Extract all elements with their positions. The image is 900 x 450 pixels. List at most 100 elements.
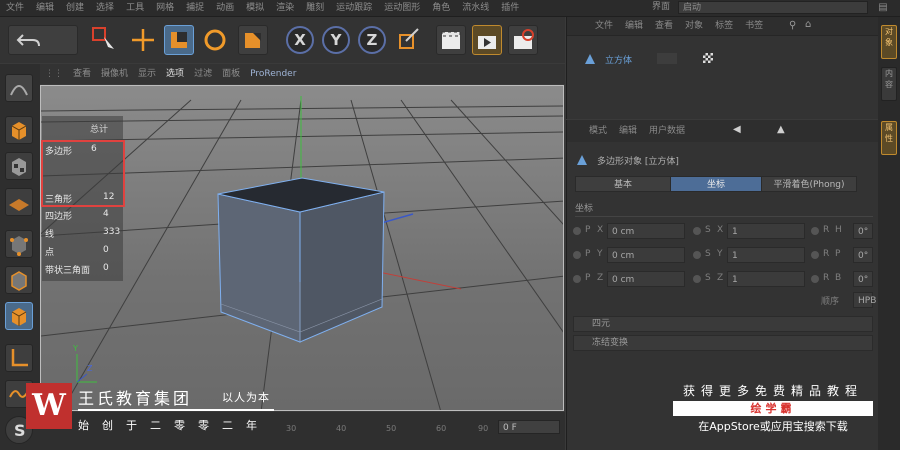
rot-h-field[interactable]: 0° [853,223,873,239]
rotate-button[interactable] [200,25,230,55]
menu-snap[interactable]: 捕捉 [180,0,210,14]
menu-edit[interactable]: 编辑 [30,0,60,14]
cube-object[interactable] [217,177,385,343]
stats-value: 0 [103,245,109,255]
section-quaternion[interactable]: 四元 [573,316,873,332]
undo-button[interactable] [8,25,78,55]
scale-y-field[interactable]: 1 [727,247,805,263]
keyframe-dot[interactable] [573,227,581,235]
pos-y-field[interactable]: 0 cm [607,247,685,263]
keyframe-dot[interactable] [811,251,819,259]
viewport-menu-camera[interactable]: 摄像机 [96,64,133,84]
keyframe-dot[interactable] [693,227,701,235]
viewport-menu-view[interactable]: 查看 [68,64,96,84]
menu-simulate[interactable]: 模拟 [240,0,270,14]
right-tab-objects[interactable]: 对象 [881,25,897,59]
recent-tool-button[interactable] [238,25,268,55]
back-arrow-icon[interactable]: ◀ [733,124,741,135]
pos-x-field[interactable]: 0 cm [607,223,685,239]
scale-z-field[interactable]: 1 [727,271,805,287]
viewport-menu-display[interactable]: 显示 [133,64,161,84]
promo-badge: 绘学霸 [673,401,873,416]
layout-select[interactable]: 启动 [678,1,868,14]
attr-menu-userdata[interactable]: 用户数据 [643,120,691,142]
coordinate-system-button[interactable] [394,25,424,55]
tab-basic[interactable]: 基本 [575,176,671,192]
workplane-icon [9,199,29,211]
right-tab-attributes[interactable]: 属性 [881,121,897,155]
enable-axis-button[interactable] [5,344,33,372]
menu-animate[interactable]: 动画 [210,0,240,14]
points-cube-icon [10,236,28,256]
tab-phong[interactable]: 平滑着色(Phong) [761,176,857,192]
om-menu-file[interactable]: 文件 [589,17,619,35]
workplane-mode-button[interactable] [5,188,33,216]
rot-b-field[interactable]: 0° [853,271,873,287]
window-menu-icon[interactable]: ▤ [876,1,890,14]
visibility-toggle[interactable] [657,53,677,64]
om-menu-objects[interactable]: 对象 [679,17,709,35]
menu-motion-tracking[interactable]: 运动跟踪 [330,0,378,14]
scale-x-field[interactable]: 1 [727,223,805,239]
polygons-mode-button[interactable] [5,302,33,330]
axis-y-lock-button[interactable]: Y [322,26,350,54]
rot-p-field[interactable]: 0° [853,247,873,263]
menu-tools[interactable]: 工具 [120,0,150,14]
menu-sculpt[interactable]: 雕刻 [300,0,330,14]
menu-render[interactable]: 渲染 [270,0,300,14]
om-menu-tags[interactable]: 标签 [709,17,739,35]
object-row-cube[interactable]: 立方体 [583,51,783,67]
keyframe-dot[interactable] [811,227,819,235]
attr-object-title-row: 多边形对象 [立方体] [575,152,865,168]
3d-viewport[interactable]: Y Z 总计 多边形 6 三角形 12 四边形 4 线 333 点0 带状三角面 0 [40,85,564,411]
menu-character[interactable]: 角色 [426,0,456,14]
om-menu-view[interactable]: 查看 [649,17,679,35]
viewport-menu-prorender[interactable]: ProRender [245,64,301,84]
cube-icon [11,122,27,140]
up-arrow-icon[interactable]: ▲ [777,124,785,135]
rotation-order-select[interactable]: HPB [853,292,876,308]
home-icon[interactable]: ⌂ [805,19,811,30]
viewport-menu-panel[interactable]: 面板 [217,64,245,84]
menu-select[interactable]: 选择 [90,0,120,14]
current-frame-field[interactable]: 0 F [498,420,560,434]
render-view-button[interactable] [436,25,466,55]
render-to-picture-viewer-button[interactable] [472,25,502,55]
axis-x-lock-button[interactable]: X [286,26,314,54]
section-freeze-transform[interactable]: 冻结变换 [573,335,873,351]
live-select-button[interactable] [90,25,120,55]
menu-create[interactable]: 创建 [60,0,90,14]
model-mode-button[interactable] [5,116,33,144]
tag-checker-icon[interactable] [703,53,713,63]
menu-mograph[interactable]: 运动图形 [378,0,426,14]
viewport-menu-options[interactable]: 选项 [161,64,189,84]
keyframe-dot[interactable] [573,275,581,283]
tab-coordinates[interactable]: 坐标 [670,176,762,192]
edges-mode-button[interactable] [5,266,33,294]
menu-plugins[interactable]: 插件 [495,0,525,14]
keyframe-dot[interactable] [573,251,581,259]
scale-button[interactable] [164,25,194,55]
texture-mode-button[interactable] [5,152,33,180]
om-menu-bookmarks[interactable]: 书签 [739,17,769,35]
render-settings-button[interactable] [508,25,538,55]
pos-z-field[interactable]: 0 cm [607,271,685,287]
viewport-menu-filter[interactable]: 过滤 [189,64,217,84]
om-menu-edit[interactable]: 编辑 [619,17,649,35]
axis-z-lock-button[interactable]: Z [358,26,386,54]
right-tab-content[interactable]: 内容 [881,67,897,101]
points-mode-button[interactable] [5,230,33,258]
viewport-nav-icon[interactable]: ⋮⋮ [40,64,68,84]
menu-pipeline[interactable]: 流水线 [456,0,495,14]
move-button[interactable] [128,25,158,55]
attr-menu-edit[interactable]: 编辑 [613,120,643,142]
param-sub: Y [717,249,723,259]
menu-file[interactable]: 文件 [0,0,30,14]
search-icon[interactable]: ⚲ [789,20,796,31]
menu-mesh[interactable]: 网格 [150,0,180,14]
keyframe-dot[interactable] [811,275,819,283]
keyframe-dot[interactable] [693,251,701,259]
keyframe-dot[interactable] [693,275,701,283]
attr-menu-mode[interactable]: 模式 [583,120,613,142]
make-editable-button[interactable] [5,74,33,102]
